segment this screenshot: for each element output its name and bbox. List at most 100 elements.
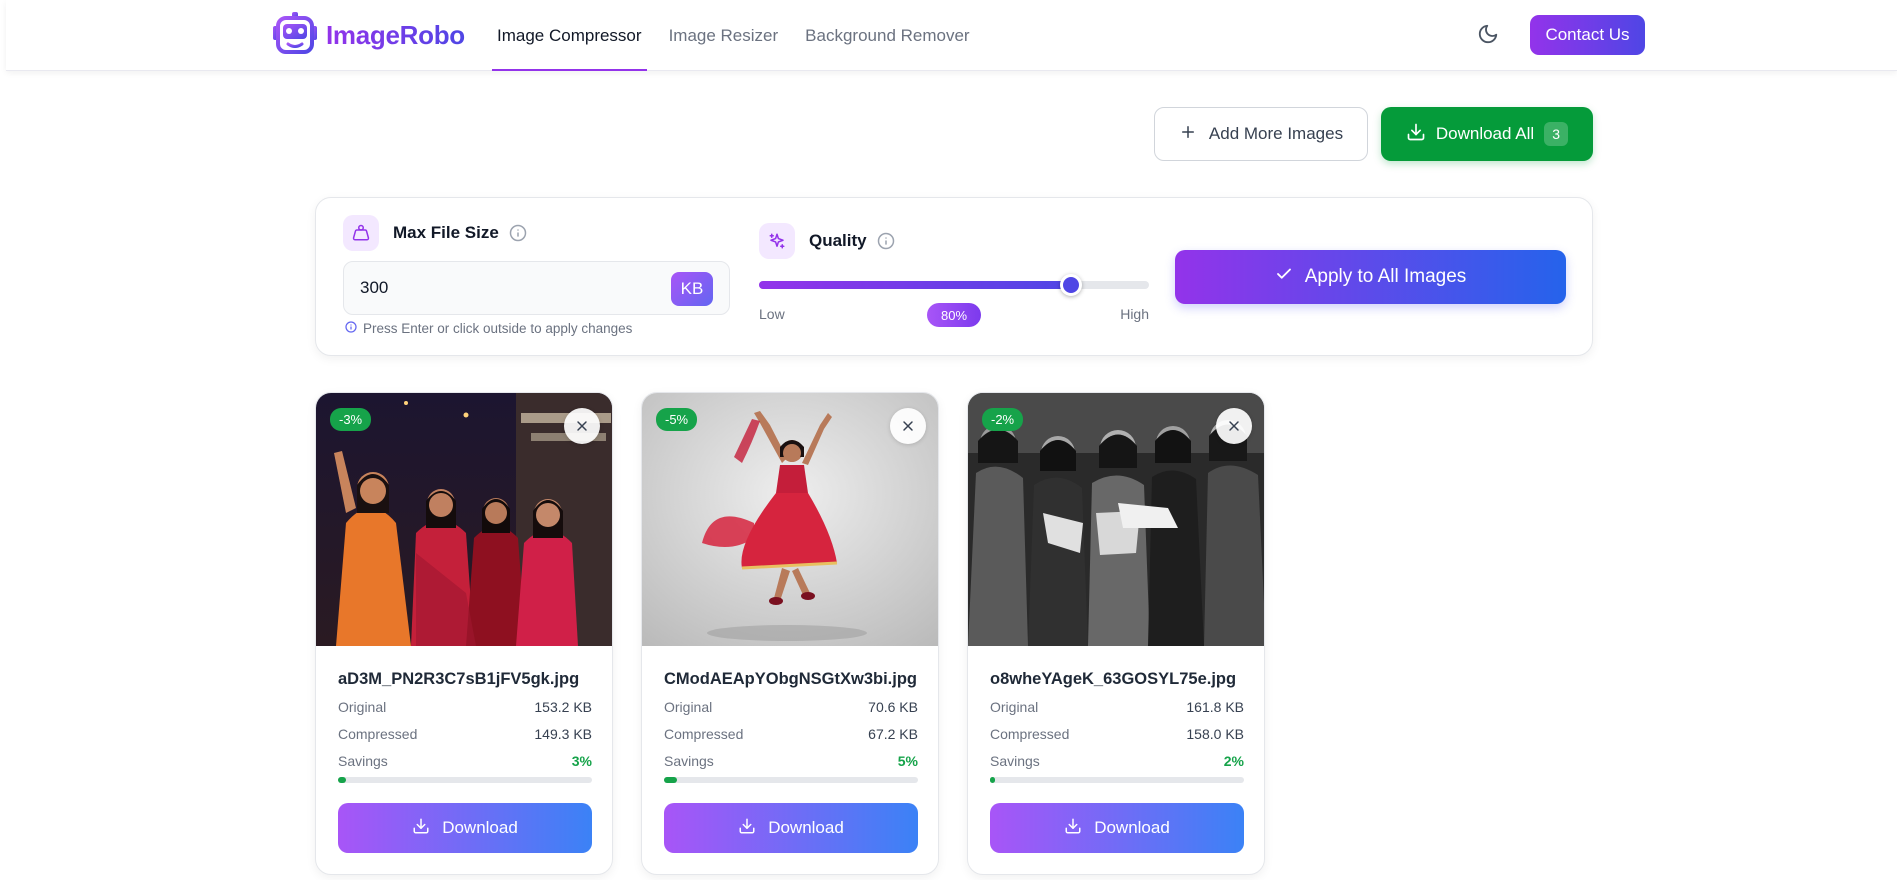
main-nav: Image Compressor Image Resizer Backgroun… (492, 0, 992, 71)
close-icon (900, 418, 916, 434)
add-more-images-label: Add More Images (1208, 124, 1344, 143)
original-label: Original (990, 699, 1039, 715)
compressed-size: 149.3 KB (534, 726, 592, 742)
savings-row: Savings 5% (664, 753, 918, 770)
quality-label: Quality (809, 231, 867, 250)
nav-image-compressor[interactable]: Image Compressor (492, 0, 647, 71)
quality-value-badge: 80% (927, 303, 981, 327)
savings-badge: -5% (656, 408, 698, 431)
max-file-size-header: Max File Size (343, 215, 527, 251)
savings-label: Savings (338, 753, 388, 769)
image-card-body: CModAEApYObgNSGtXw3bi.jpg Original 70.6 K… (664, 646, 918, 853)
compressed-size-row: Compressed 158.0 KB (990, 726, 1244, 743)
remove-image-button[interactable] (564, 408, 600, 444)
savings-progress-fill (338, 777, 346, 783)
original-size: 70.6 KB (868, 699, 918, 715)
file-name: CModAEApYObgNSGtXw3bi.jpg (664, 670, 917, 688)
check-icon (1275, 265, 1293, 289)
weight-icon (343, 215, 379, 251)
top-navbar: ImageRobo Image Compressor Image Resizer… (6, 0, 1897, 71)
apply-to-all-label: Apply to All Images (1304, 266, 1467, 287)
quality-slider-thumb[interactable] (1060, 274, 1082, 296)
image-card: -2% o8wheYAgeK_63GOSYL75e.jpg Original 16… (967, 392, 1265, 875)
logo[interactable]: ImageRobo (270, 10, 465, 61)
compressed-label: Compressed (664, 726, 744, 742)
download-label: Download (768, 818, 844, 837)
unit-badge: KB (671, 272, 713, 306)
original-size: 153.2 KB (534, 699, 592, 715)
info-icon[interactable] (509, 224, 527, 242)
savings-progress-fill (664, 777, 677, 783)
image-preview: -5% (642, 393, 938, 646)
quality-low-label: Low (759, 306, 785, 322)
nav-background-remover[interactable]: Background Remover (800, 0, 974, 71)
nav-image-resizer[interactable]: Image Resizer (664, 0, 784, 71)
original-size-row: Original 153.2 KB (338, 699, 592, 716)
savings-value: 2% (1223, 753, 1244, 769)
compressed-label: Compressed (338, 726, 418, 742)
original-size: 161.8 KB (1186, 699, 1244, 715)
apply-to-all-button[interactable]: Apply to All Images (1175, 250, 1566, 304)
download-icon (1064, 817, 1082, 840)
image-card: -5% CModAEApYObgNSGtXw3bi.jpg Original 70… (641, 392, 939, 875)
sparkles-icon (759, 223, 795, 259)
download-icon (1406, 122, 1426, 147)
original-label: Original (338, 699, 387, 715)
image-card-body: aD3M_PN2R3C7sB1jFV5gk.jpg Original 153.2 … (338, 646, 592, 853)
compressed-size-row: Compressed 149.3 KB (338, 726, 592, 743)
image-card-body: o8wheYAgeK_63GOSYL75e.jpg Original 161.8 … (990, 646, 1244, 853)
theme-toggle-button[interactable] (1474, 22, 1502, 50)
savings-value: 3% (571, 753, 592, 769)
image-preview: -2% (968, 393, 1264, 646)
max-file-size-label: Max File Size (393, 223, 499, 242)
download-label: Download (442, 818, 518, 837)
max-file-size-field: KB (343, 261, 730, 315)
max-file-size-input[interactable] (360, 262, 660, 314)
remove-image-button[interactable] (890, 408, 926, 444)
savings-row: Savings 3% (338, 753, 592, 770)
robot-logo-icon (270, 10, 320, 61)
download-all-button[interactable]: Download All 3 (1381, 107, 1593, 161)
quality-high-label: High (1120, 306, 1149, 322)
download-all-label: Download All (1435, 124, 1535, 143)
original-size-row: Original 70.6 KB (664, 699, 918, 716)
savings-label: Savings (990, 753, 1040, 769)
download-button[interactable]: Download (990, 803, 1244, 853)
plus-icon (1179, 123, 1197, 146)
close-icon (574, 418, 590, 434)
compressed-label: Compressed (990, 726, 1070, 742)
savings-progress-fill (990, 777, 996, 783)
moon-icon (1477, 23, 1499, 50)
remove-image-button[interactable] (1216, 408, 1252, 444)
contact-us-button[interactable]: Contact Us (1530, 15, 1645, 55)
logo-text: ImageRobo (326, 19, 465, 50)
original-label: Original (664, 699, 713, 715)
original-size-row: Original 161.8 KB (990, 699, 1244, 716)
quality-slider-fill (759, 281, 1071, 289)
savings-label: Savings (664, 753, 714, 769)
quality-slider[interactable] (759, 274, 1149, 296)
close-icon (1226, 418, 1242, 434)
compressed-size: 158.0 KB (1186, 726, 1244, 742)
image-card: -3% aD3M_PN2R3C7sB1jFV5gk.jpg Original 15… (315, 392, 613, 875)
info-icon[interactable] (877, 232, 895, 250)
download-button[interactable]: Download (338, 803, 592, 853)
compressed-size-row: Compressed 67.2 KB (664, 726, 918, 743)
savings-progress-bar (664, 777, 918, 783)
download-button[interactable]: Download (664, 803, 918, 853)
quality-header: Quality (759, 223, 895, 259)
savings-value: 5% (897, 753, 918, 769)
compressed-size: 67.2 KB (868, 726, 918, 742)
add-more-images-button[interactable]: Add More Images (1154, 107, 1368, 161)
savings-progress-bar (338, 777, 592, 783)
file-name: o8wheYAgeK_63GOSYL75e.jpg (990, 670, 1237, 688)
apply-hint-text: Press Enter or click outside to apply ch… (363, 321, 633, 336)
download-icon (412, 817, 430, 840)
file-name: aD3M_PN2R3C7sB1jFV5gk.jpg (338, 670, 580, 688)
info-small-icon (345, 321, 357, 336)
savings-progress-bar (990, 777, 1244, 783)
image-preview: -3% (316, 393, 612, 646)
savings-badge: -3% (330, 408, 372, 431)
savings-badge: -2% (982, 408, 1024, 431)
download-label: Download (1094, 818, 1170, 837)
